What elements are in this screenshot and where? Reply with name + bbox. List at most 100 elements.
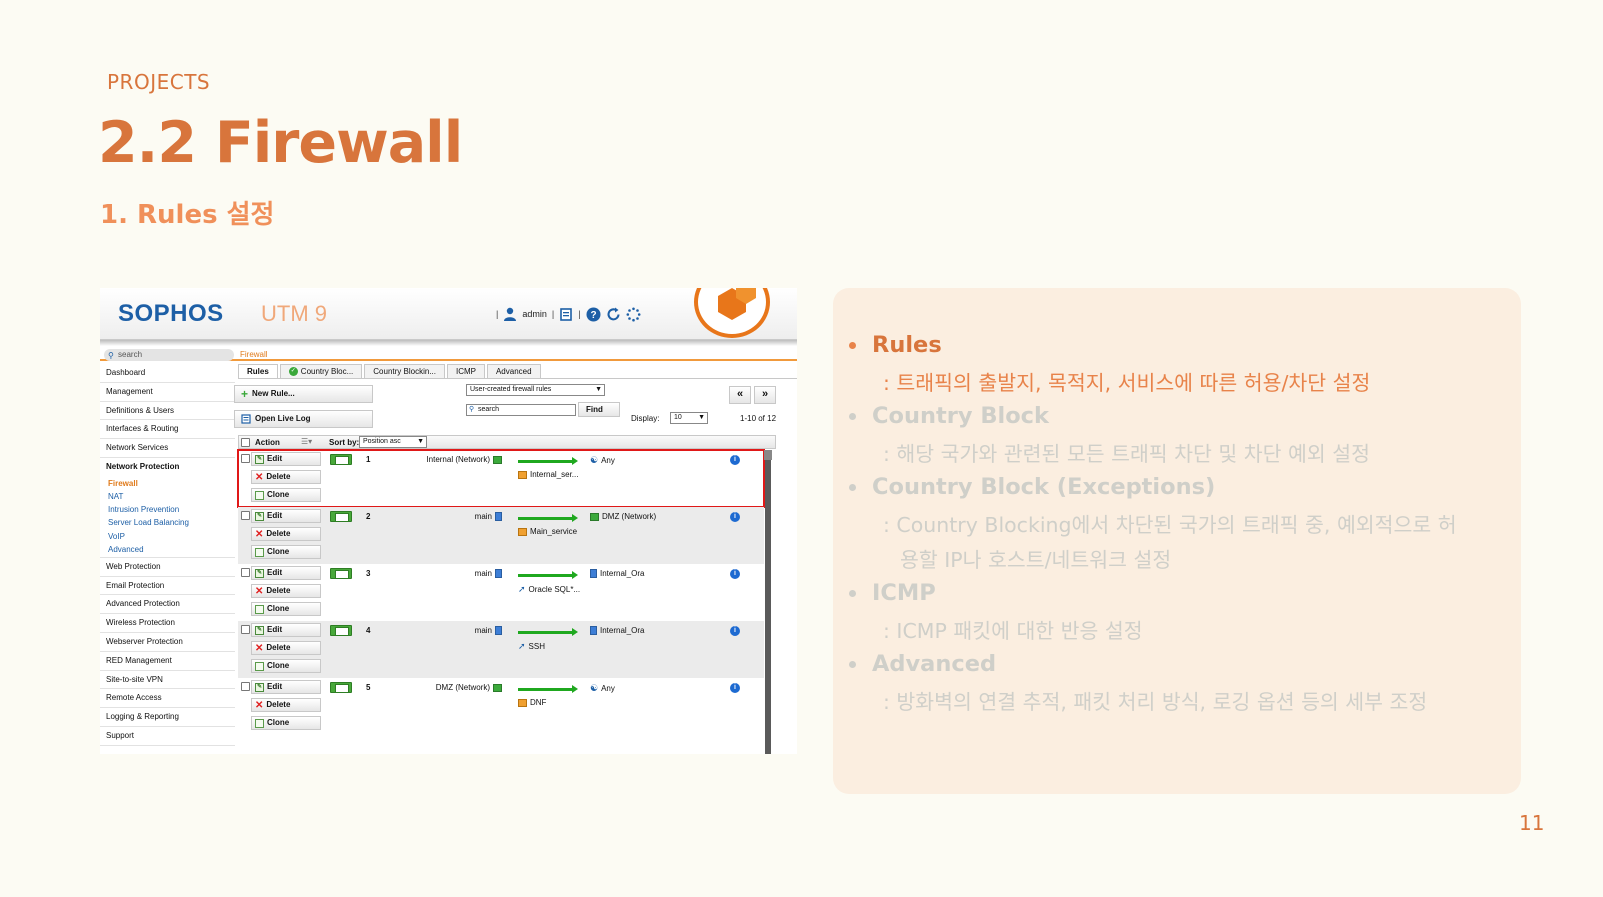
menu-search-input[interactable]: ⚲ search [104,349,234,361]
sidebar-sub-voip[interactable]: VoIP [100,530,235,543]
rule-checkbox[interactable] [241,454,250,463]
sidebar-item-support[interactable]: Support [100,727,235,746]
rule-toggle[interactable] [330,568,352,579]
tab-country-blocking[interactable]: ✓ Country Bloc... [279,364,363,378]
delete-button[interactable]: ✕ Delete [251,641,321,655]
select-all-checkbox[interactable] [241,438,250,447]
page-next-button[interactable]: » [754,386,776,404]
rule-row[interactable]: ✎ Edit ✕ Delete Clone 1 Internal (Network)… [237,449,765,508]
info-icon[interactable]: i [730,512,740,522]
clone-button[interactable]: Clone [251,545,321,559]
delete-button[interactable]: ✕ Delete [251,470,321,484]
rule-filter-select[interactable]: User-created firewall rules ▼ [466,384,605,396]
sidebar-sub-nat[interactable]: NAT [100,490,235,503]
delete-button[interactable]: ✕ Delete [251,527,321,541]
rule-checkbox[interactable] [241,625,250,634]
rule-row[interactable]: ✎ Edit ✕ Delete Clone 4 main ➚ SSH Internal… [238,621,764,678]
clone-button[interactable]: Clone [251,488,321,502]
sidebar-item-interfaces-routing[interactable]: Interfaces & Routing [100,420,235,440]
delete-button[interactable]: ✕ Delete [251,584,321,598]
rule-destination[interactable]: DMZ (Network) [590,512,656,521]
user-name[interactable]: admin [522,309,547,319]
rule-source[interactable]: main [475,626,502,635]
tab-icmp[interactable]: ICMP [446,364,485,378]
rule-row[interactable]: ✎ Edit ✕ Delete Clone 2 main Main_service … [238,507,764,564]
sidebar-item-network-protection[interactable]: Network Protection [100,458,235,477]
rule-service[interactable]: ➚ Oracle SQL*... [518,584,580,595]
rule-service[interactable]: DNF [518,698,546,707]
clipboard-icon[interactable] [559,307,573,321]
sidebar-sub-intrusion-prevention[interactable]: Intrusion Prevention [100,503,235,516]
sidebar-sub-server-load-balancing[interactable]: Server Load Balancing [100,516,235,529]
refresh-icon[interactable] [606,307,621,322]
info-icon[interactable]: i [730,569,740,579]
rule-service[interactable]: Internal_ser... [518,470,578,479]
rule-destination[interactable]: Internal_Ora [590,626,644,635]
rule-toggle[interactable] [330,511,352,522]
find-button[interactable]: Find [578,402,620,417]
column-menu-icon[interactable]: ☰▾ [301,437,312,446]
display-count-select[interactable]: 10 ▼ [670,412,708,424]
rule-checkbox[interactable] [241,511,250,520]
sidebar-item-dashboard[interactable]: Dashboard [100,364,235,383]
sidebar-sub-firewall[interactable]: Firewall [100,477,235,490]
display-label: Display: [631,414,660,423]
edit-button[interactable]: ✎ Edit [251,452,321,466]
rule-service[interactable]: ➚ SSH [518,641,545,652]
sidebar-item-management[interactable]: Management [100,383,235,402]
info-icon[interactable]: i [730,683,740,693]
edit-button[interactable]: ✎ Edit [251,680,321,694]
tab-rules[interactable]: Rules [238,364,278,378]
rule-toggle[interactable] [330,682,352,693]
sidebar-item-definitions-users[interactable]: Definitions & Users [100,402,235,421]
help-icon[interactable]: ? [586,307,601,322]
sidebar-item-web-protection[interactable]: Web Protection [100,558,235,577]
edit-button[interactable]: ✎ Edit [251,509,321,523]
sidebar-item-logging-reporting[interactable]: Logging & Reporting [100,708,235,727]
sort-select[interactable]: Position asc ▼ [359,436,427,448]
edit-button[interactable]: ✎ Edit [251,623,321,637]
rule-toggle[interactable] [330,625,352,636]
user-icon[interactable] [503,307,517,321]
tab-advanced[interactable]: Advanced [486,364,541,378]
any-icon: ☯ [590,455,599,465]
rule-checkbox[interactable] [241,682,250,691]
clone-button[interactable]: Clone [251,659,321,673]
rule-source[interactable]: main [475,512,502,521]
clone-button[interactable]: Clone [251,602,321,616]
rule-checkbox[interactable] [241,568,250,577]
tab-country-blocking-exceptions[interactable]: Country Blockin... [364,364,445,378]
sidebar-item-remote-access[interactable]: Remote Access [100,689,235,709]
breadcrumb[interactable]: Firewall [240,350,268,359]
service-label: SSH [528,642,545,651]
sidebar-item-network-services[interactable]: Network Services [100,439,235,458]
rule-row[interactable]: ✎ Edit ✕ Delete Clone 3 main ➚ Oracle SQL*.… [238,564,764,621]
new-rule-button[interactable]: + New Rule... [234,385,373,403]
sidebar-item-email-protection[interactable]: Email Protection [100,577,235,596]
rule-source[interactable]: DMZ (Network) [436,683,502,692]
rule-toggle[interactable] [330,454,352,465]
info-icon[interactable]: i [730,455,740,465]
sidebar-item-advanced-protection[interactable]: Advanced Protection [100,595,235,615]
rule-row[interactable]: ✎ Edit ✕ Delete Clone 5 DMZ (Network) DNF … [238,678,764,735]
rule-destination[interactable]: ☯ Any [590,455,615,466]
sidebar-item-red-management[interactable]: RED Management [100,652,235,671]
rule-destination[interactable]: ☯ Any [590,683,615,694]
info-icon[interactable]: i [730,626,740,636]
clone-button[interactable]: Clone [251,716,321,730]
rule-source[interactable]: main [475,569,502,578]
sidebar-item-webserver-protection[interactable]: Webserver Protection [100,633,235,652]
rule-search-input[interactable]: ⚲ search [466,404,576,416]
rule-service[interactable]: Main_service [518,527,577,536]
sidebar-item-wireless-protection[interactable]: Wireless Protection [100,614,235,633]
edit-button[interactable]: ✎ Edit [251,566,321,580]
scrollbar-thumb[interactable] [764,450,772,460]
sidebar-item-site-to-site-vpn[interactable]: Site-to-site VPN [100,671,235,690]
scrollbar[interactable] [765,450,771,754]
rule-source[interactable]: Internal (Network) [426,455,502,464]
page-prev-button[interactable]: « [729,386,751,404]
sidebar-sub-advanced[interactable]: Advanced [100,543,235,558]
delete-button[interactable]: ✕ Delete [251,698,321,712]
rule-destination[interactable]: Internal_Ora [590,569,644,578]
open-live-log-button[interactable]: Open Live Log [234,410,373,428]
